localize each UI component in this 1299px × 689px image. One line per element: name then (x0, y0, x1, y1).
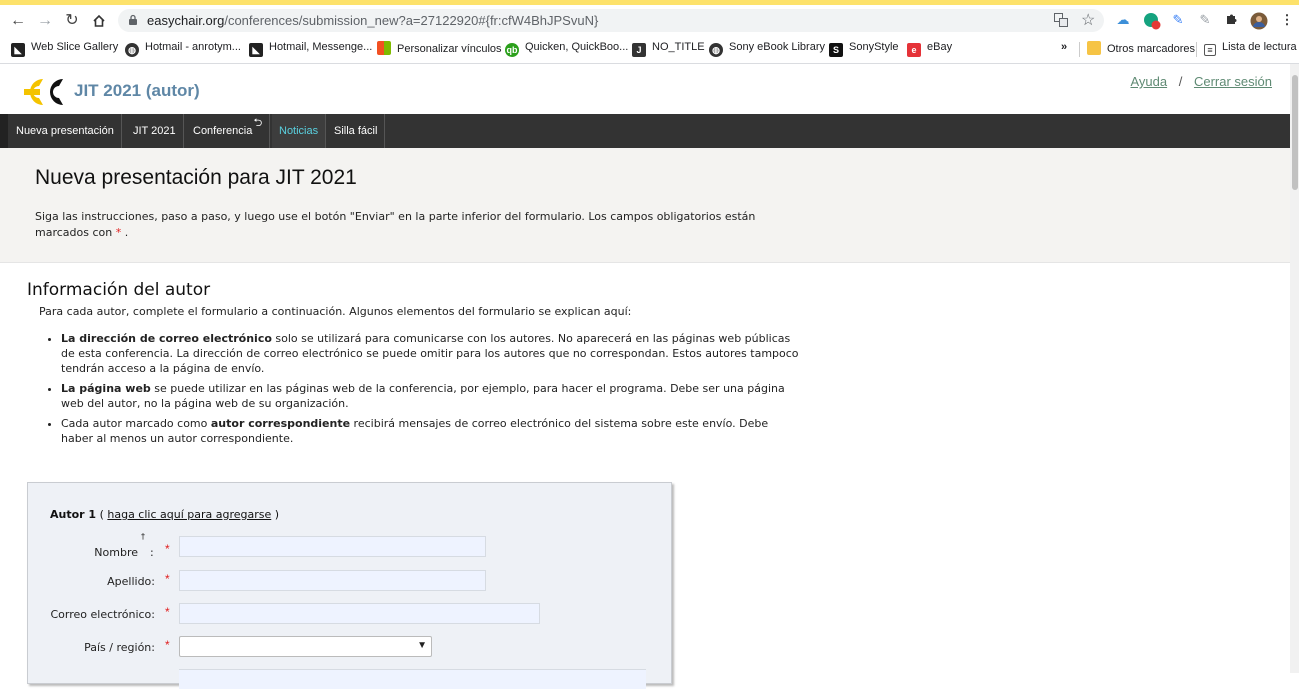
chevron-down-icon: ▼ (417, 640, 427, 651)
browser-toolbar: ← → ↻ easychair.org/conferences/submissi… (0, 5, 1299, 35)
other-bookmarks[interactable]: Otros marcadores (1087, 41, 1195, 55)
pen-extension-icon[interactable]: ✎ (1197, 12, 1213, 28)
reading-list[interactable]: ≡ Lista de lectura (1204, 41, 1297, 56)
main-menu: Nueva presentación JIT 2021 Conferencia ⮌… (0, 114, 1290, 148)
page-title: Nueva presentación para JIT 2021 (35, 166, 357, 189)
url-text: easychair.org/conferences/submission_new… (147, 13, 599, 28)
link-separator: / (1178, 74, 1183, 89)
first-name-field[interactable] (179, 536, 486, 557)
globe-icon: ◍ (125, 43, 139, 57)
bold-term: La página web (61, 382, 151, 395)
lock-icon (129, 14, 137, 25)
intro-panel: Nueva presentación para JIT 2021 Siga la… (0, 148, 1290, 263)
divider (1079, 42, 1080, 57)
puzzle-extension-icon[interactable] (1224, 12, 1240, 28)
email-field[interactable] (179, 603, 540, 624)
next-field-partial[interactable] (179, 669, 646, 689)
required-asterisk: * (165, 542, 170, 556)
last-name-label: Apellido: (107, 575, 155, 588)
bold-term: La dirección de correo electrónico (61, 332, 272, 345)
more-bookmarks-chevron[interactable]: » (1061, 41, 1067, 53)
last-name-field[interactable] (179, 570, 486, 591)
app-title: JIT 2021 (autor) (74, 81, 200, 100)
dagger-mark: † (141, 532, 145, 541)
easychair-logo[interactable] (19, 76, 65, 113)
windows-icon (377, 41, 391, 55)
web-slice-icon: ◣ (11, 43, 25, 57)
required-asterisk: * (165, 605, 170, 619)
intro-text: Siga las instrucciones, paso a paso, y l… (35, 210, 756, 239)
reading-list-icon: ≡ (1204, 44, 1216, 56)
section-description: Para cada autor, complete el formulario … (39, 305, 632, 318)
list-item-text: Cada autor marcado como (61, 417, 211, 430)
header-links: Ayuda / Cerrar sesión (1130, 74, 1272, 89)
menu-jit-2021[interactable]: JIT 2021 (126, 114, 184, 148)
reload-icon[interactable]: ↻ (62, 11, 82, 31)
help-link[interactable]: Ayuda (1130, 74, 1167, 89)
back-arrow-icon[interactable]: ← (8, 11, 28, 31)
section-title: Información del autor (27, 280, 211, 300)
address-bar[interactable]: easychair.org/conferences/submission_new… (118, 9, 1104, 32)
cloud-extension-icon[interactable]: ☁ (1115, 12, 1131, 28)
menu-easy-chair[interactable]: Silla fácil (327, 114, 386, 148)
home-icon[interactable] (89, 11, 109, 31)
bookmark-item[interactable]: ◍ Sony eBook Library (709, 41, 825, 57)
globe-icon: ◍ (709, 43, 723, 57)
bookmark-item[interactable]: S SonyStyle (829, 41, 899, 57)
country-label: País / región: (84, 641, 155, 654)
ebay-icon: e (907, 43, 921, 57)
bookmark-item[interactable]: ◣ Hotmail, Messenge... (249, 41, 372, 57)
intro-text-end: . (121, 226, 129, 239)
bookmarks-bar: ◣ Web Slice Gallery ◍ Hotmail - anrotym...… (0, 36, 1299, 64)
label-colon: : (150, 546, 154, 559)
add-myself-link[interactable]: haga clic aquí para agregarse (107, 508, 271, 521)
bookmark-item[interactable]: e eBay (907, 41, 952, 57)
author-heading: Autor 1 ( haga clic aquí para agregarse … (50, 508, 279, 521)
bold-term: autor correspondiente (210, 417, 351, 430)
scrollbar-thumb[interactable] (1292, 75, 1298, 190)
menu-conference-label: Conferencia (193, 125, 253, 137)
web-slice-icon: ◣ (249, 43, 263, 57)
menu-new-submission[interactable]: Nueva presentación (9, 114, 122, 148)
list-item-text: se puede utilizar en las páginas web de … (61, 382, 785, 410)
author-number: Autor 1 (50, 508, 97, 521)
return-arrow-icon: ⮌ (253, 117, 263, 129)
star-icon[interactable]: ☆ (1081, 10, 1095, 30)
qb-icon: qb (505, 43, 519, 57)
grammarly-extension-icon[interactable] (1143, 12, 1161, 30)
bookmark-item[interactable]: ◣ Web Slice Gallery (11, 41, 118, 57)
list-item: Cada autor marcado como autor correspond… (61, 416, 801, 446)
list-item: La página web se puede utilizar en las p… (61, 381, 801, 411)
menu-news[interactable]: Noticias (272, 114, 327, 148)
first-name-label: Nombre (94, 546, 138, 559)
logout-link[interactable]: Cerrar sesión (1194, 74, 1272, 89)
bookmark-item[interactable]: Personalizar vínculos (377, 41, 502, 55)
intro-instructions: Siga las instrucciones, paso a paso, y l… (35, 209, 795, 241)
feather-extension-icon[interactable]: ✎ (1170, 12, 1186, 28)
j-icon: J (632, 43, 646, 57)
bookmark-item[interactable]: J NO_TITLE (632, 41, 705, 57)
bookmark-item[interactable]: qb Quicken, QuickBoo... (505, 41, 628, 57)
required-asterisk: * (165, 638, 170, 652)
forward-arrow-icon[interactable]: → (35, 11, 55, 31)
profile-avatar-icon[interactable] (1250, 12, 1268, 30)
translate-icon[interactable] (1054, 13, 1068, 30)
paren: ) (274, 508, 280, 521)
bookmark-item[interactable]: ◍ Hotmail - anrotym... (125, 41, 241, 57)
folder-icon (1087, 41, 1101, 55)
menu-dots-icon[interactable]: ⋮ (1279, 12, 1295, 28)
list-item: La dirección de correo electrónico solo … (61, 331, 801, 376)
paren: ( (99, 508, 104, 521)
info-list: La dirección de correo electrónico solo … (47, 331, 801, 451)
required-asterisk: * (165, 572, 170, 586)
email-label: Correo electrónico: (50, 608, 156, 621)
divider (1196, 42, 1197, 57)
country-select[interactable]: ▼ (179, 636, 432, 657)
menu-conference[interactable]: Conferencia ⮌ (186, 114, 271, 148)
author-form: Autor 1 ( haga clic aquí para agregarse … (27, 482, 672, 689)
s-icon: S (829, 43, 843, 57)
menu-left-edge (0, 114, 8, 148)
